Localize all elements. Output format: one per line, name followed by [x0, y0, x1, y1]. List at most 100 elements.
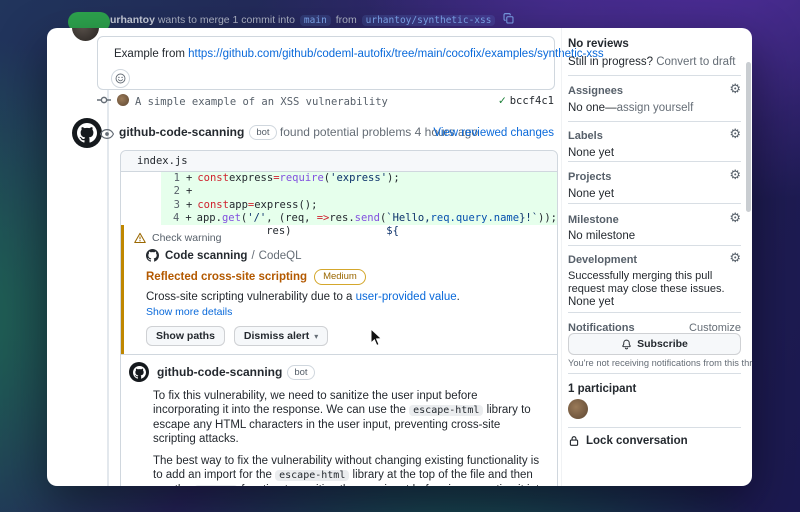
- diff-gutter: [121, 211, 161, 225]
- code-segment: express();: [254, 198, 318, 211]
- diff-plus-sign: +: [185, 211, 192, 224]
- notifications-note: You're not receiving notifications from …: [568, 358, 752, 368]
- sidebar-divider: [568, 75, 741, 76]
- bot-comment-author-row: github-code-scanning bot: [157, 364, 315, 380]
- diff-line: 1 + const express = require('express');: [121, 172, 557, 186]
- subscribe-label: Subscribe: [637, 338, 688, 350]
- projects-title[interactable]: Projects: [568, 171, 611, 183]
- no-one-label: No one—: [568, 102, 617, 114]
- copy-icon[interactable]: [503, 13, 514, 24]
- diff-added-line: 1 + const express = require('express');: [161, 172, 557, 186]
- user-provided-value-link[interactable]: user-provided value: [356, 291, 457, 303]
- github-mark-icon: [146, 249, 159, 262]
- milestone-title[interactable]: Milestone: [568, 214, 619, 226]
- tool-engine: CodeQL: [258, 249, 302, 262]
- code-scanning-row: Code scanning / CodeQL: [124, 248, 557, 263]
- show-paths-button[interactable]: Show paths: [146, 326, 225, 346]
- projects-empty: None yet: [568, 188, 615, 200]
- diff-added-line: 3 + const app = express();: [161, 198, 557, 212]
- bot-comment-body: To fix this vulnerability, we need to sa…: [153, 389, 546, 486]
- convert-to-draft-link[interactable]: Convert to draft: [653, 56, 735, 68]
- bot-comment: github-code-scanning bot To fix this vuln…: [121, 355, 557, 486]
- code-segment: =>: [316, 211, 330, 224]
- tool-name[interactable]: Code scanning: [165, 250, 247, 262]
- comment-paragraph: The best way to fix the vulnerability wi…: [153, 454, 546, 486]
- inline-code: escape: [193, 485, 239, 486]
- gear-icon[interactable]: ⚙: [729, 168, 741, 181]
- bot-comment-author[interactable]: github-code-scanning: [157, 365, 282, 379]
- code-segment: get: [221, 211, 241, 224]
- example-url-link[interactable]: https://github.com/github/codeml-autofix…: [188, 48, 603, 60]
- scrollbar-thumb[interactable]: [746, 62, 751, 212]
- diff-plus-sign: +: [186, 185, 193, 198]
- lock-conversation-button[interactable]: Lock conversation: [568, 435, 688, 447]
- gear-icon[interactable]: ⚙: [729, 127, 741, 140]
- subscribe-button[interactable]: Subscribe: [568, 333, 741, 355]
- mouse-cursor: [370, 328, 383, 347]
- gear-icon[interactable]: ⚙: [729, 251, 741, 264]
- eye-icon: [100, 127, 114, 141]
- gear-icon[interactable]: ⚙: [729, 82, 741, 95]
- sidebar: No reviews Still in progress? Convert to…: [568, 28, 752, 486]
- gear-icon[interactable]: ⚙: [729, 211, 741, 224]
- sidebar-divider: [568, 161, 741, 162]
- sidebar-divider: [568, 312, 741, 313]
- diff-line: 4 + app. get('/', (req, res) => res. send(`H…: [121, 211, 557, 237]
- code-segment: const: [197, 198, 229, 211]
- convert-to-draft-row: Still in progress? Convert to draft: [568, 56, 735, 68]
- diff-gutter: [121, 198, 161, 212]
- reaction-button[interactable]: [111, 69, 130, 88]
- view-reviewed-changes-link[interactable]: View reviewed changes: [433, 127, 554, 139]
- dismiss-alert-button[interactable]: Dismiss alert ▾: [233, 326, 329, 346]
- code-segment: res.: [329, 211, 355, 224]
- code-segment: , (req, res): [266, 211, 311, 237]
- alert-desc-suffix: .: [456, 291, 460, 303]
- show-more-row: Show more details: [124, 306, 557, 318]
- show-more-details-link[interactable]: Show more details: [146, 306, 232, 318]
- from-word: from: [335, 14, 357, 26]
- pr-author: urhantoy: [110, 14, 155, 26]
- code-segment: '/': [247, 211, 267, 224]
- bot-avatar[interactable]: [72, 118, 102, 148]
- description-prefix: Example from: [114, 48, 189, 60]
- tool-separator: /: [251, 249, 255, 262]
- commit-message[interactable]: A simple example of an XSS vulnerability: [135, 96, 388, 108]
- diff-plus-sign: +: [186, 172, 193, 184]
- review-author[interactable]: github-code-scanning: [119, 125, 244, 139]
- bot-badge: bot: [249, 125, 277, 140]
- diff-file-header[interactable]: index.js: [121, 151, 557, 172]
- head-branch-chip[interactable]: urhantoy/synthetic-xss: [361, 15, 496, 26]
- line-number: 4: [173, 211, 180, 224]
- diff-line: 3 + const app = express();: [121, 198, 557, 212]
- code-segment: const: [197, 172, 229, 184]
- code-segment: ));: [538, 211, 557, 224]
- commit-author-avatar[interactable]: [117, 94, 129, 106]
- pr-description-text: Example from https://github.com/github/c…: [114, 48, 604, 60]
- commit-sha-group: ✓ bccf4c1: [498, 95, 554, 107]
- warning-icon: [134, 232, 146, 243]
- development-title[interactable]: Development: [568, 254, 637, 266]
- participant-avatar[interactable]: [568, 399, 588, 419]
- diff-plus-sign: +: [186, 198, 193, 211]
- diff-added-line: 4 + app. get('/', (req, res) => res. send(`H…: [161, 211, 557, 237]
- line-number: 2: [173, 185, 180, 198]
- check-icon: ✓: [498, 95, 507, 107]
- still-in-progress-label: Still in progress?: [568, 56, 654, 68]
- sidebar-divider: [568, 203, 741, 204]
- bot-comment-avatar[interactable]: [129, 362, 149, 382]
- alert-title[interactable]: Reflected cross-site scripting: [146, 271, 307, 283]
- line-number: 1: [173, 172, 180, 184]
- diff-line: 2 +: [121, 185, 557, 199]
- sidebar-divider: [568, 245, 741, 246]
- base-branch-chip[interactable]: main: [299, 15, 331, 26]
- avatar: [72, 28, 99, 41]
- commit-sha[interactable]: bccf4c1: [510, 95, 554, 107]
- assignees-title[interactable]: Assignees: [568, 85, 623, 97]
- sidebar-divider: [568, 373, 741, 374]
- labels-title[interactable]: Labels: [568, 130, 603, 142]
- no-reviews-label: No reviews: [568, 38, 629, 50]
- check-warning-annotation: Check warning Code scanning / CodeQL Ref…: [121, 225, 557, 354]
- assign-yourself-link[interactable]: assign yourself: [617, 102, 694, 114]
- screenshot-stage: urhantoy wants to merge 1 commit into ma…: [0, 0, 800, 512]
- diff-added-line: 2 +: [161, 185, 557, 199]
